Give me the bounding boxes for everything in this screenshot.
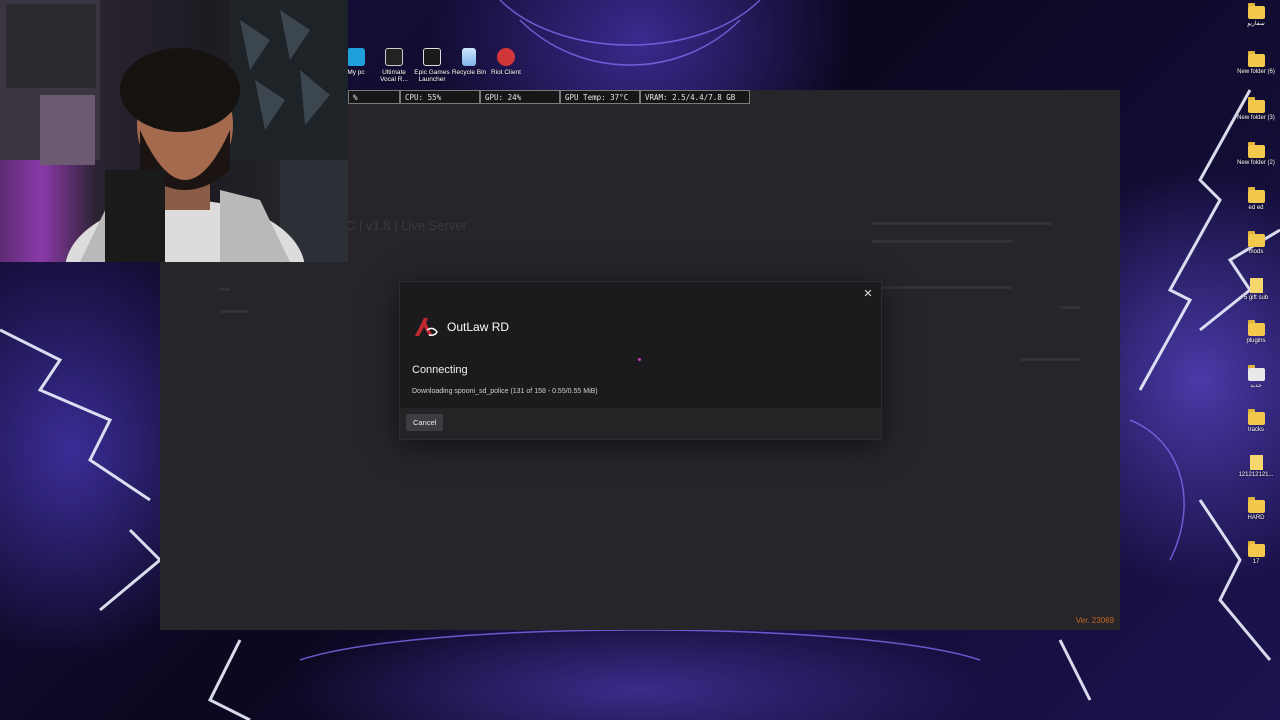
perf-gpu: GPU: 24% bbox=[480, 90, 560, 104]
riot-client-icon bbox=[497, 48, 515, 66]
desktop-icon-folder[interactable]: جديد bbox=[1232, 365, 1280, 390]
file-icon bbox=[1249, 278, 1263, 293]
desktop-icon-folder[interactable]: mods bbox=[1232, 231, 1280, 256]
desktop-icon-folder[interactable]: New folder (3) bbox=[1232, 97, 1280, 122]
desktop-icon-folder[interactable]: HARD bbox=[1232, 497, 1280, 522]
folder-icon bbox=[1247, 409, 1265, 425]
epic-games-icon bbox=[423, 48, 441, 66]
folder-icon bbox=[1247, 497, 1265, 513]
folder-icon bbox=[1247, 365, 1265, 381]
folder-icon bbox=[1247, 187, 1265, 203]
desktop-icon-file[interactable]: 121212121... bbox=[1232, 455, 1280, 479]
performance-overlay: % CPU: 55% GPU: 24% GPU Temp: 37°C VRAM:… bbox=[348, 90, 750, 106]
background-text-line bbox=[872, 286, 1012, 289]
dialog-footer: Cancel bbox=[400, 408, 881, 439]
desktop-icon-folder[interactable]: tracks bbox=[1232, 409, 1280, 434]
folder-icon bbox=[1247, 51, 1265, 67]
server-title: C | v1.8 | Live Server bbox=[346, 218, 467, 233]
desktop-icon-folder[interactable]: plugins bbox=[1232, 320, 1280, 345]
desktop-icon-folder[interactable]: New folder (2) bbox=[1232, 142, 1280, 167]
desktop-icon-folder[interactable]: 17 bbox=[1232, 541, 1280, 566]
desktop-icon-folder[interactable]: New folder (6) bbox=[1232, 51, 1280, 76]
cancel-button[interactable]: Cancel bbox=[406, 414, 444, 431]
desktop-icon-recycle-bin[interactable]: Recycle Bin bbox=[449, 46, 489, 76]
folder-icon bbox=[1247, 97, 1265, 113]
perf-cell-first: % bbox=[348, 90, 400, 104]
close-icon[interactable]: ✕ bbox=[861, 287, 875, 301]
background-text-line bbox=[1020, 358, 1080, 361]
background-text-line bbox=[220, 310, 248, 313]
perf-vram: VRAM: 2.5/4.4/7.8 GB bbox=[640, 90, 750, 104]
background-text-line bbox=[1060, 306, 1080, 309]
dialog-title: OutLaw RD bbox=[447, 320, 510, 334]
perf-cpu: CPU: 55% bbox=[400, 90, 480, 104]
desktop-icon-folder[interactable]: سفاريو bbox=[1232, 3, 1280, 28]
folder-icon bbox=[1247, 3, 1265, 19]
webcam-overlay bbox=[0, 0, 348, 262]
file-icon bbox=[1249, 455, 1263, 470]
connecting-dialog: ✕ OutLaw RD Connecting Downloading spoon… bbox=[400, 282, 881, 439]
status-text: Connecting bbox=[412, 364, 468, 376]
desktop-icon-ultimate-vocal[interactable]: Ultimate Vocal R... bbox=[374, 46, 414, 83]
background-text-line bbox=[872, 240, 1012, 243]
perf-gpu-temp: GPU Temp: 37°C bbox=[560, 90, 640, 104]
folder-icon bbox=[1247, 320, 1265, 336]
app-icon bbox=[385, 48, 403, 66]
folder-icon bbox=[1247, 541, 1265, 557]
desktop-icon-riot-client[interactable]: Riot Client bbox=[486, 46, 526, 76]
folder-icon bbox=[1247, 231, 1265, 247]
desktop-icon-epic-games[interactable]: Epic Games Launcher bbox=[412, 46, 452, 83]
loading-indicator bbox=[638, 358, 641, 361]
background-text-line bbox=[220, 288, 230, 291]
desktop-icon-file[interactable]: 5 gift sub bbox=[1232, 278, 1280, 302]
background-text-line bbox=[872, 222, 1052, 225]
download-detail: Downloading spooni_sd_police (131 of 158… bbox=[412, 388, 598, 395]
desktop-icon-folder[interactable]: ed ed bbox=[1232, 187, 1280, 212]
folder-icon bbox=[1247, 142, 1265, 158]
version-label: Ver. 23069 bbox=[1075, 616, 1114, 625]
outlaw-logo bbox=[415, 318, 438, 336]
recycle-bin-icon bbox=[462, 48, 476, 66]
computer-icon bbox=[347, 48, 365, 66]
